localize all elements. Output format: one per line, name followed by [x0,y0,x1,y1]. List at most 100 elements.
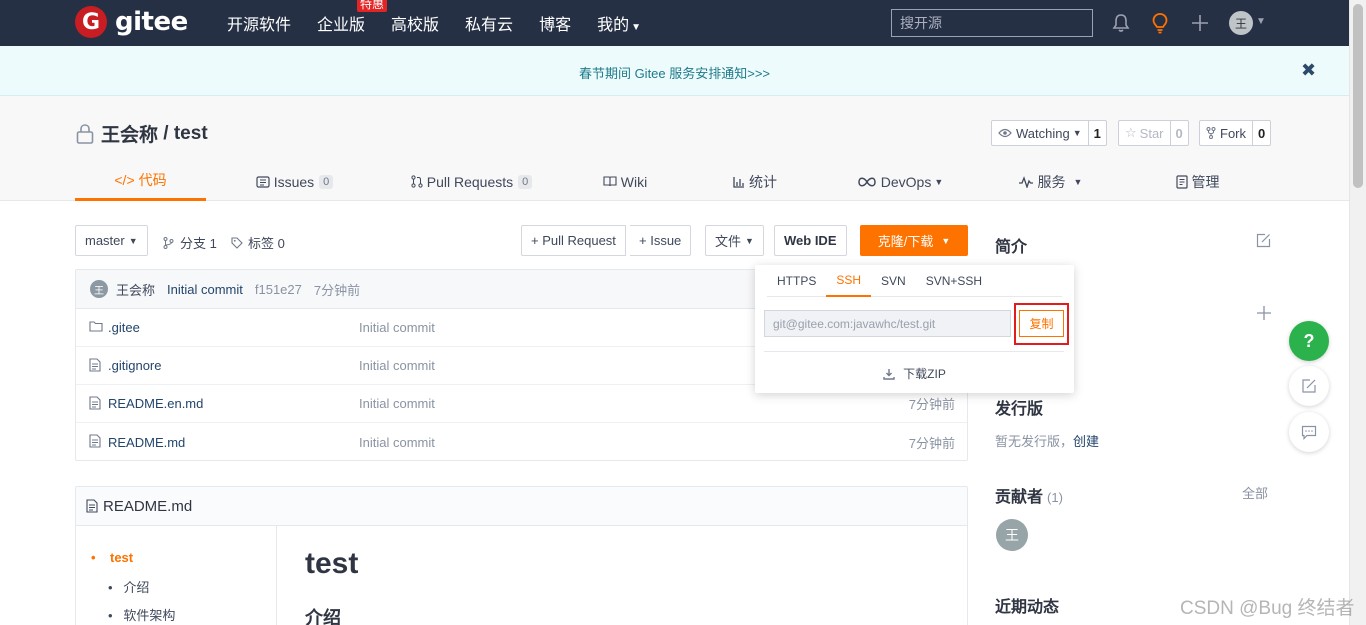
tag-icon [231,236,243,249]
commit-hash[interactable]: f151e27 [255,282,302,297]
nav-link-enterprise-label: 企业版 [317,17,366,34]
commit-author[interactable]: 王会称 [116,280,155,299]
download-zip-link[interactable]: 下载ZIP [755,365,1074,382]
special-offer-badge: 特惠 [357,0,388,12]
edit-icon[interactable] [1256,233,1271,251]
repo-name-link[interactable]: test [174,123,208,145]
star-label: Star [1139,125,1164,141]
feedback-button[interactable] [1289,366,1329,406]
tab-wiki[interactable]: Wiki [560,162,690,201]
toc-item-architecture[interactable]: • 软件架构 [108,605,175,624]
eye-icon [998,128,1012,138]
notice-link[interactable]: 春节期间 Gitee 服务安排通知>>> [0,63,1349,82]
tab-https[interactable]: HTTPS [767,265,826,297]
nav-link-enterprise[interactable]: 企业版 特惠 [317,0,388,35]
tab-ssh[interactable]: SSH [826,265,872,297]
toc-item-intro[interactable]: • 介绍 [108,577,149,596]
tab-issues[interactable]: Issues 0 [206,162,383,201]
file-name[interactable]: .gitignore [108,358,161,373]
pulse-icon [1018,175,1034,188]
toc-item-test[interactable]: • test [91,550,133,565]
fork-icon [1206,127,1216,139]
branches-link[interactable]: 分支 1 [163,233,217,252]
file-row[interactable]: README.md Initial commit 7分钟前 [76,423,967,461]
tags-link[interactable]: 标签 0 [231,233,285,252]
web-ide-button[interactable]: Web IDE [774,225,847,256]
fork-button-group[interactable]: Fork 0 [1199,120,1272,146]
nav-link-private-cloud[interactable]: 私有云 [465,11,513,35]
nav-link-blog[interactable]: 博客 [539,11,571,35]
branch-select[interactable]: master ▼ [75,225,148,256]
file-time: 7分钟前 [908,397,955,412]
watch-label: Watching [1016,125,1070,141]
gitee-logo[interactable]: G gitee [75,6,188,38]
tab-manage[interactable]: 管理 [1120,162,1275,201]
tab-issues-count: 0 [319,174,334,189]
tab-svn-ssh[interactable]: SVN+SSH [916,265,992,297]
star-button[interactable]: ☆ Star [1119,121,1171,145]
tab-pull-requests[interactable]: Pull Requests 0 [383,162,560,201]
file-commit-message[interactable]: Initial commit [359,396,435,411]
readme-title: test [305,547,359,580]
file-name[interactable]: README.md [108,435,185,450]
readme-filename: README.md [103,497,193,515]
nav-link-mine[interactable]: 我的 ▼ [597,11,641,35]
release-empty-text: 暂无发行版，创建 [995,431,1099,450]
bell-icon[interactable] [1110,11,1132,35]
file-icon [86,499,98,513]
file-commit-message[interactable]: Initial commit [359,435,435,450]
file-commit-message[interactable]: Initial commit [359,320,435,335]
search-input[interactable] [891,9,1093,37]
tab-services[interactable]: 服务 ▼ [980,162,1120,201]
star-icon: ☆ [1125,125,1137,140]
tags-label: 标签 0 [248,236,285,251]
download-zip-label: 下载ZIP [903,367,946,381]
page-scrollbar[interactable] [1349,0,1366,625]
file-name[interactable]: .gitee [108,320,140,335]
watch-button-group[interactable]: Watching ▼ 1 [991,120,1107,146]
tab-devops[interactable]: DevOps ▼ [820,162,980,201]
help-button[interactable]: ? [1289,321,1329,361]
tab-statistics-label: 统计 [749,173,777,190]
chat-button[interactable] [1289,412,1329,452]
user-avatar[interactable]: 王 [1229,11,1253,35]
file-name[interactable]: README.en.md [108,396,203,411]
tab-wiki-label: Wiki [620,173,648,190]
tab-statistics[interactable]: 统计 [690,162,820,201]
file-commit-message[interactable]: Initial commit [359,358,435,373]
star-count[interactable]: 0 [1171,121,1188,145]
star-button-group[interactable]: ☆ Star 0 [1118,120,1189,146]
nav-link-education[interactable]: 高校版 [391,11,439,35]
plus-icon[interactable] [1257,306,1271,323]
contributors-all-link[interactable]: 全部 [1242,483,1268,502]
file-menu-label: 文件 [715,234,742,249]
tab-code[interactable]: </> 代码 [75,162,206,201]
chevron-down-icon: ▼ [745,235,754,246]
watch-button[interactable]: Watching ▼ [992,121,1089,145]
repo-owner-link[interactable]: 王会称 [101,120,158,147]
avatar[interactable]: 王 [996,519,1028,551]
clone-download-label: 克隆/下载 [877,234,934,249]
lightbulb-icon[interactable] [1149,11,1171,35]
copy-button[interactable]: 复制 [1019,310,1064,337]
new-pull-request-button[interactable]: + Pull Request [521,225,626,256]
clone-url-field[interactable] [764,310,1011,337]
release-title: 发行版 [995,401,1044,418]
fork-button[interactable]: Fork [1200,121,1253,145]
nav-link-open-source[interactable]: 开源软件 [227,11,291,35]
plus-icon[interactable] [1189,11,1211,35]
avatar[interactable]: 王 [90,280,108,298]
scrollbar-thumb[interactable] [1353,4,1363,188]
create-release-link[interactable]: 创建 [1073,434,1099,449]
chevron-down-icon[interactable]: ▼ [1256,16,1266,27]
commit-message[interactable]: Initial commit [167,282,243,297]
fork-count[interactable]: 0 [1253,121,1270,145]
pull-request-icon [411,175,423,188]
file-icon [89,396,101,410]
clone-download-button[interactable]: 克隆/下载 ▼ [860,225,968,256]
new-issue-button[interactable]: + Issue [630,225,692,256]
tab-svn[interactable]: SVN [871,265,916,297]
watch-count[interactable]: 1 [1089,121,1106,145]
close-icon[interactable]: ✖ [1301,60,1316,81]
file-menu-button[interactable]: 文件 ▼ [705,225,764,256]
